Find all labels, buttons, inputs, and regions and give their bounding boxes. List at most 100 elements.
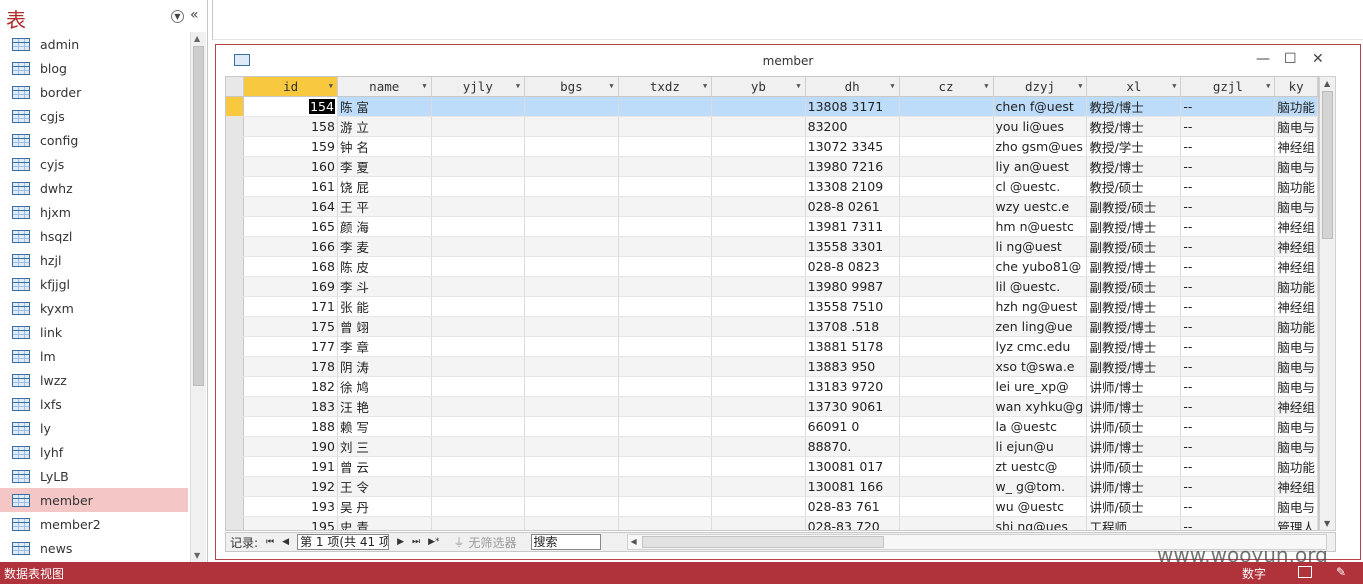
cell-id[interactable]: 192 bbox=[243, 476, 338, 497]
cell-gzjl[interactable]: -- bbox=[1180, 256, 1276, 277]
cell-gzjl[interactable]: -- bbox=[1180, 96, 1276, 117]
cell-txdz[interactable] bbox=[618, 336, 713, 357]
cell-cz[interactable] bbox=[899, 116, 994, 137]
cell-yb[interactable] bbox=[711, 136, 806, 157]
cell-name[interactable]: 张 能 bbox=[337, 296, 432, 317]
cell-ky[interactable]: 神经组 bbox=[1274, 476, 1318, 497]
cell-yjly[interactable] bbox=[431, 216, 526, 237]
cell-name[interactable]: 颜 海 bbox=[337, 216, 432, 237]
cell-dzyj[interactable]: chen f@uest bbox=[993, 96, 1088, 117]
cell-dh[interactable]: 028-8 0261 bbox=[805, 196, 900, 217]
record-selector[interactable] bbox=[226, 156, 245, 177]
cell-gzjl[interactable]: -- bbox=[1180, 296, 1276, 317]
cell-gzjl[interactable]: -- bbox=[1180, 316, 1276, 337]
record-selector[interactable] bbox=[226, 436, 245, 457]
cell-gzjl[interactable]: -- bbox=[1180, 356, 1276, 377]
scroll-thumb[interactable] bbox=[193, 46, 204, 386]
cell-name[interactable]: 刘 三 bbox=[337, 436, 432, 457]
cell-id[interactable]: 166 bbox=[243, 236, 338, 257]
cell-id[interactable]: 183 bbox=[243, 396, 338, 417]
cell-yjly[interactable] bbox=[431, 116, 526, 137]
first-record-icon[interactable]: ⏮ bbox=[266, 537, 274, 547]
cell-txdz[interactable] bbox=[618, 296, 713, 317]
cell-name[interactable]: 陈 富 bbox=[337, 96, 432, 117]
cell-yb[interactable] bbox=[711, 336, 806, 357]
cell-gzjl[interactable]: -- bbox=[1180, 156, 1276, 177]
cell-yb[interactable] bbox=[711, 376, 806, 397]
cell-name[interactable]: 吴 丹 bbox=[337, 496, 432, 517]
filter-button[interactable]: ⏚ 无筛选器 bbox=[454, 534, 517, 551]
cell-gzjl[interactable]: -- bbox=[1180, 176, 1276, 197]
cell-dzyj[interactable]: hm n@uestc bbox=[993, 216, 1088, 237]
cell-name[interactable]: 王 平 bbox=[337, 196, 432, 217]
design-view-icon[interactable]: ✎ bbox=[1336, 565, 1346, 579]
cell-gzjl[interactable]: -- bbox=[1180, 516, 1276, 530]
cell-yb[interactable] bbox=[711, 476, 806, 497]
nav-item-hsqzl[interactable]: hsqzl bbox=[0, 224, 190, 248]
cell-id[interactable]: 193 bbox=[243, 496, 338, 517]
cell-txdz[interactable] bbox=[618, 176, 713, 197]
cell-ky[interactable]: 脑电与 bbox=[1274, 156, 1318, 177]
record-selector[interactable] bbox=[226, 296, 245, 317]
nav-item-kyxm[interactable]: kyxm bbox=[0, 296, 190, 320]
next-record-icon[interactable]: ▶ bbox=[397, 537, 404, 547]
nav-collapse-icon[interactable]: « bbox=[190, 7, 199, 23]
cell-gzjl[interactable]: -- bbox=[1180, 236, 1276, 257]
column-dropdown-icon[interactable]: ▼ bbox=[609, 82, 613, 90]
nav-item-lyhf[interactable]: lyhf bbox=[0, 440, 190, 464]
cell-dzyj[interactable]: w_ g@tom. bbox=[993, 476, 1088, 497]
cell-dzyj[interactable]: shi ng@ues bbox=[993, 516, 1088, 530]
column-dropdown-icon[interactable]: ▼ bbox=[984, 82, 988, 90]
cell-cz[interactable] bbox=[899, 136, 994, 157]
scroll-thumb[interactable] bbox=[1322, 91, 1333, 239]
cell-yjly[interactable] bbox=[431, 336, 526, 357]
table-row[interactable]: 182 徐 鸠 13183 9720 lei ure_xp@ 讲师/博士 -- 脑电与 bbox=[226, 376, 1318, 397]
cell-dh[interactable]: 028-83 720 bbox=[805, 516, 900, 530]
cell-gzjl[interactable]: -- bbox=[1180, 336, 1276, 357]
cell-name[interactable]: 赖 写 bbox=[337, 416, 432, 437]
column-header-gzjl[interactable]: gzjl ▼ bbox=[1180, 77, 1276, 97]
cell-gzjl[interactable]: -- bbox=[1180, 436, 1276, 457]
cell-cz[interactable] bbox=[899, 316, 994, 337]
cell-yjly[interactable] bbox=[431, 496, 526, 517]
cell-ky[interactable]: 管理人 bbox=[1274, 516, 1318, 530]
cell-bgs[interactable] bbox=[524, 296, 619, 317]
cell-xl[interactable]: 副教授/硕士 bbox=[1086, 196, 1182, 217]
cell-bgs[interactable] bbox=[524, 516, 619, 530]
cell-yjly[interactable] bbox=[431, 356, 526, 377]
cell-xl[interactable]: 副教授/硕士 bbox=[1086, 236, 1182, 257]
cell-xl[interactable]: 教授/博士 bbox=[1086, 96, 1182, 117]
table-row[interactable]: 171 张 能 13558 7510 hzh ng@uest 副教授/博士 -- 神经组 bbox=[226, 296, 1318, 317]
cell-dh[interactable]: 13881 5178 bbox=[805, 336, 900, 357]
cell-ky[interactable]: 脑电与 bbox=[1274, 196, 1318, 217]
cell-gzjl[interactable]: -- bbox=[1180, 416, 1276, 437]
cell-cz[interactable] bbox=[899, 436, 994, 457]
cell-dzyj[interactable]: zen ling@ue bbox=[993, 316, 1088, 337]
table-row[interactable]: 178 阴 涛 13883 950 xso t@swa.e 副教授/博士 -- 脑电与 bbox=[226, 356, 1318, 377]
cell-name[interactable]: 游 立 bbox=[337, 116, 432, 137]
cell-cz[interactable] bbox=[899, 476, 994, 497]
cell-dzyj[interactable]: la @uestc bbox=[993, 416, 1088, 437]
column-header-dh[interactable]: dh ▼ bbox=[805, 77, 900, 97]
cell-ky[interactable]: 脑电与 bbox=[1274, 496, 1318, 517]
cell-txdz[interactable] bbox=[618, 496, 713, 517]
cell-name[interactable]: 李 麦 bbox=[337, 236, 432, 257]
cell-id[interactable]: 175 bbox=[243, 316, 338, 337]
cell-bgs[interactable] bbox=[524, 356, 619, 377]
previous-record-icon[interactable]: ◀ bbox=[282, 537, 289, 547]
cell-dzyj[interactable]: hzh ng@uest bbox=[993, 296, 1088, 317]
cell-ky[interactable]: 脑功能 bbox=[1274, 276, 1318, 297]
cell-dh[interactable]: 13730 9061 bbox=[805, 396, 900, 417]
cell-cz[interactable] bbox=[899, 396, 994, 417]
table-row[interactable]: 183 汪 艳 13730 9061 wan xyhku@g 讲师/博士 -- 神经组 bbox=[226, 396, 1318, 417]
nav-item-ly[interactable]: ly bbox=[0, 416, 190, 440]
cell-id[interactable]: 164 bbox=[243, 196, 338, 217]
cell-yb[interactable] bbox=[711, 236, 806, 257]
cell-txdz[interactable] bbox=[618, 416, 713, 437]
cell-name[interactable]: 李 夏 bbox=[337, 156, 432, 177]
record-selector[interactable] bbox=[226, 416, 245, 437]
nav-item-lm[interactable]: lm bbox=[0, 344, 190, 368]
cell-dh[interactable]: 13708 .518 bbox=[805, 316, 900, 337]
nav-item-lxfs[interactable]: lxfs bbox=[0, 392, 190, 416]
table-row[interactable]: 161 饶 屁 13308 2109 cl @uestc. 教授/硕士 -- 脑功能 bbox=[226, 176, 1318, 197]
